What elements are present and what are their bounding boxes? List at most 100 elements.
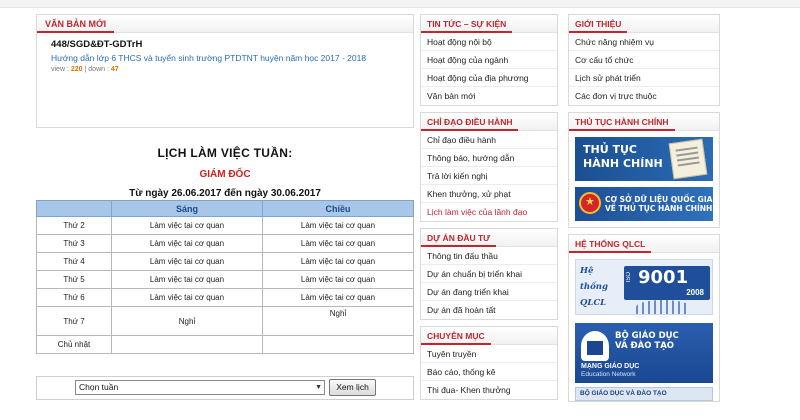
doc-title-link[interactable]: Hướng dẫn lớp 6 THCS và tuyển sinh trườn… — [51, 53, 403, 64]
menu-item[interactable]: Khen thưởng, xử phạt — [421, 185, 557, 203]
news-title: Tin tức – Sự kiện — [421, 15, 513, 33]
iso-banner-he: Hệ — [580, 266, 594, 276]
day-cell: Thứ 5 — [36, 270, 112, 289]
menu-item[interactable]: Báo cáo, thống kê — [421, 363, 557, 381]
week-select[interactable]: Chọn tuần ▼ — [75, 380, 325, 395]
new-doc-item: 448/SGD&ĐT-GDTrH Hướng dẫn lớp 6 THCS và… — [37, 33, 413, 127]
day-cell: Thứ 7 — [36, 306, 112, 336]
schedule-header-row: Sáng Chiều — [36, 200, 414, 217]
middle-column: Tin tức – Sự kiện Hoạt động nội bộ Hoạt … — [420, 14, 558, 406]
header-morning: Sáng — [111, 200, 263, 217]
globe-icon — [636, 300, 690, 314]
week-form: Chọn tuần ▼ Xem lịch — [36, 376, 414, 400]
day-cell: Thứ 3 — [36, 234, 112, 253]
menu-item[interactable]: Thông báo, hướng dẫn — [421, 149, 557, 167]
direction-header: Chỉ đạo điều hành — [421, 113, 557, 131]
schedule-date-range: Từ ngày 26.06.2017 đến ngày 30.06.2017 — [129, 188, 321, 199]
schedule-title: LỊCH LÀM VIỆC TUẦN: — [157, 146, 293, 160]
down-label: down : — [88, 66, 109, 73]
menu-item[interactable]: Thông tin đấu thầu — [421, 247, 557, 265]
intro-header: Giới thiệu — [569, 15, 719, 33]
iso-year: 2008 — [686, 288, 704, 297]
procedures-title: Thủ tục hành chính — [569, 113, 675, 131]
qlcl-box: Hệ thống QLCL Hệ thống QLCL ISO 9001 200… — [568, 234, 720, 402]
menu-item[interactable]: Lịch sử phát triển — [569, 69, 719, 87]
morning-cell: Làm việc tai cơ quan — [111, 234, 263, 253]
national-emblem-icon — [579, 192, 601, 214]
menu-item[interactable]: Chức năng nhiệm vụ — [569, 33, 719, 51]
iso-banner[interactable]: Hệ thống QLCL ISO 9001 2008 — [575, 259, 713, 315]
top-strip — [0, 0, 800, 8]
afternoon-cell: Làm việc tai cơ quan — [262, 234, 414, 253]
topics-title: Chuyên mục — [421, 327, 491, 345]
topics-box: Chuyên mục Tuyên truyền Báo cáo, thống k… — [420, 326, 558, 400]
banner-line: CƠ SỞ DỮ LIỆU QUỐC GIA — [605, 195, 713, 204]
doc-number[interactable]: 448/SGD&ĐT-GDTrH — [51, 39, 403, 50]
table-row: Thứ 4 Làm việc tai cơ quan Làm việc tai … — [36, 252, 414, 271]
afternoon-cell: Làm việc tai cơ quan — [262, 216, 414, 235]
banner-line: VÀ ĐÀO TẠO — [615, 341, 675, 351]
intro-box: Giới thiệu Chức năng nhiệm vụ Cơ cấu tổ … — [568, 14, 720, 106]
menu-item[interactable]: Dự án chuẩn bị triển khai — [421, 265, 557, 283]
header-afternoon: Chiều — [262, 200, 414, 217]
projects-header: Dự án đầu tư — [421, 229, 557, 247]
menu-item[interactable]: Hoạt động của địa phương — [421, 69, 557, 87]
new-docs-box: Văn bản mới 448/SGD&ĐT-GDTrH Hướng dẫn l… — [36, 14, 414, 128]
banner-line: THỦ TỤC — [583, 143, 637, 156]
iso-banner-qlcl: QLCL — [580, 298, 607, 308]
afternoon-cell: Làm việc tai cơ quan — [262, 252, 414, 271]
moet-network-subtitle: Education Network — [581, 371, 636, 378]
menu-item[interactable]: Chỉ đạo điều hành — [421, 131, 557, 149]
moet-network-label: MẠNG GIÁO DỤC — [581, 363, 640, 370]
down-count: 47 — [110, 66, 119, 73]
right-column: Giới thiệu Chức năng nhiệm vụ Cơ cấu tổ … — [568, 14, 720, 408]
menu-item[interactable]: Văn bản mới — [421, 87, 557, 105]
admin-procedures-banner-text: THỦ TỤC HÀNH CHÍNH — [583, 143, 663, 171]
menu-item[interactable]: Hoạt động nội bộ — [421, 33, 557, 51]
morning-cell — [111, 335, 263, 354]
menu-item[interactable]: Thi đua- Khen thưởng — [421, 381, 557, 399]
table-row: Thứ 5 Làm việc tai cơ quan Làm việc tai … — [36, 270, 414, 289]
direction-title: Chỉ đạo điều hành — [421, 113, 519, 131]
view-label: view : — [51, 66, 69, 73]
national-database-banner[interactable]: CƠ SỞ DỮ LIỆU QUỐC GIA VỀ THỦ TỤC HÀNH C… — [575, 187, 713, 221]
moet-banner[interactable]: BỘ GIÁO DỤC VÀ ĐÀO TẠO MẠNG GIÁO DỤC Edu… — [575, 323, 713, 383]
menu-item[interactable]: Trả lời kiến nghị — [421, 167, 557, 185]
menu-item[interactable]: Dự án đang triển khai — [421, 283, 557, 301]
day-cell: Thứ 4 — [36, 252, 112, 271]
table-row: Thứ 2 Làm việc tai cơ quan Làm việc tai … — [36, 216, 414, 235]
projects-box: Dự án đầu tư Thông tin đấu thầu Dự án ch… — [420, 228, 558, 320]
banner-line: HÀNH CHÍNH — [583, 157, 663, 170]
left-column: Văn bản mới 448/SGD&ĐT-GDTrH Hướng dẫn l… — [36, 14, 414, 400]
menu-item[interactable]: Tuyên truyền — [421, 345, 557, 363]
moet-banner-title: BỘ GIÁO DỤC VÀ ĐÀO TẠO — [615, 331, 679, 351]
direction-box: Chỉ đạo điều hành Chỉ đạo điều hành Thôn… — [420, 112, 558, 222]
menu-item[interactable]: Hoạt động của ngành — [421, 51, 557, 69]
menu-item-active[interactable]: Lịch làm việc của lãnh đạo — [421, 203, 557, 221]
national-database-banner-text: CƠ SỞ DỮ LIỆU QUỐC GIA VỀ THỦ TỤC HÀNH C… — [605, 195, 712, 213]
schedule-person: GIÁM ĐỐC — [199, 169, 251, 180]
projects-title: Dự án đầu tư — [421, 229, 497, 247]
banner-line: VỀ THỦ TỤC HÀNH CHÍNH — [605, 204, 713, 213]
menu-item[interactable]: Dự án đã hoàn tất — [421, 301, 557, 319]
afternoon-cell: Làm việc tai cơ quan — [262, 270, 414, 289]
day-cell: Thứ 6 — [36, 288, 112, 307]
document-icon — [668, 138, 708, 180]
doc-stats: view : 220 | down : 47 — [51, 66, 403, 73]
iso-label: ISO — [626, 272, 632, 283]
new-docs-header: Văn bản mới — [37, 15, 413, 33]
morning-cell: Làm việc tai cơ quan — [111, 216, 263, 235]
admin-procedures-banner[interactable]: THỦ TỤC HÀNH CHÍNH — [575, 137, 713, 181]
day-cell: Chủ nhật — [36, 335, 112, 354]
moet-logo-icon — [581, 331, 609, 361]
table-row: Chủ nhật — [36, 335, 414, 354]
intro-title: Giới thiệu — [569, 15, 628, 33]
chevron-down-icon: ▼ — [315, 384, 322, 391]
menu-item[interactable]: Các đơn vị trực thuộc — [569, 87, 719, 105]
afternoon-cell — [262, 335, 414, 354]
moet-strip-banner[interactable]: BỘ GIÁO DỤC VÀ ĐÀO TẠO — [575, 387, 713, 401]
new-docs-title: Văn bản mới — [37, 15, 115, 33]
view-schedule-button[interactable]: Xem lịch — [329, 379, 376, 396]
banner-line: BỘ GIÁO DỤC — [615, 331, 679, 341]
menu-item[interactable]: Cơ cấu tổ chức — [569, 51, 719, 69]
